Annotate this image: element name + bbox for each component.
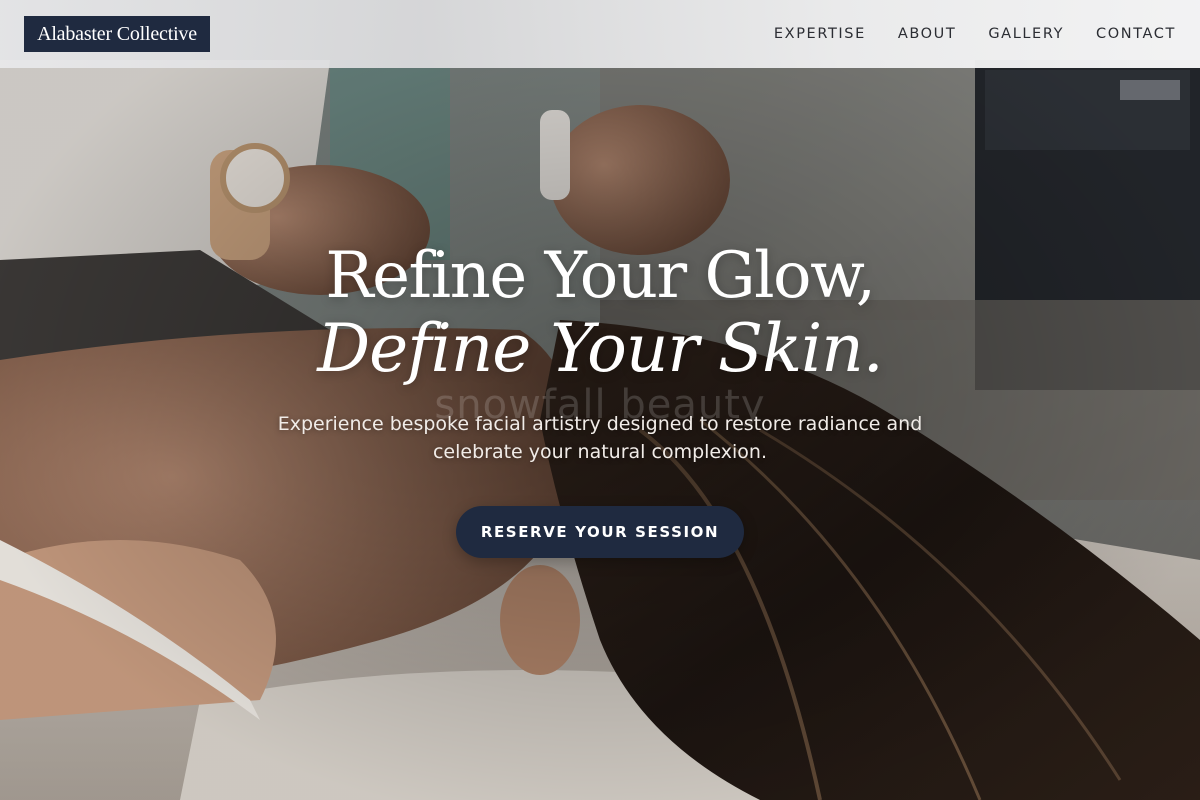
- hero-subtitle: Experience bespoke facial artistry desig…: [277, 413, 923, 463]
- nav-link-gallery[interactable]: GALLERY: [988, 26, 1064, 42]
- main-nav: EXPERTISE ABOUT GALLERY CONTACT: [774, 0, 1176, 68]
- nav-link-expertise[interactable]: EXPERTISE: [774, 26, 866, 42]
- page: Alabaster Collective EXPERTISE ABOUT GAL…: [0, 0, 1200, 800]
- site-header: Alabaster Collective EXPERTISE ABOUT GAL…: [0, 0, 1200, 68]
- reserve-session-button[interactable]: RESERVE YOUR SESSION: [456, 506, 744, 558]
- nav-link-about[interactable]: ABOUT: [898, 26, 957, 42]
- headline-line-2: Define Your Skin.: [317, 310, 883, 387]
- logo[interactable]: Alabaster Collective: [24, 16, 210, 52]
- headline-line-1: Refine Your Glow,: [325, 239, 876, 313]
- nav-link-contact[interactable]: CONTACT: [1096, 26, 1176, 42]
- hero-headline: Refine Your Glow, Define Your Skin.: [0, 240, 1200, 386]
